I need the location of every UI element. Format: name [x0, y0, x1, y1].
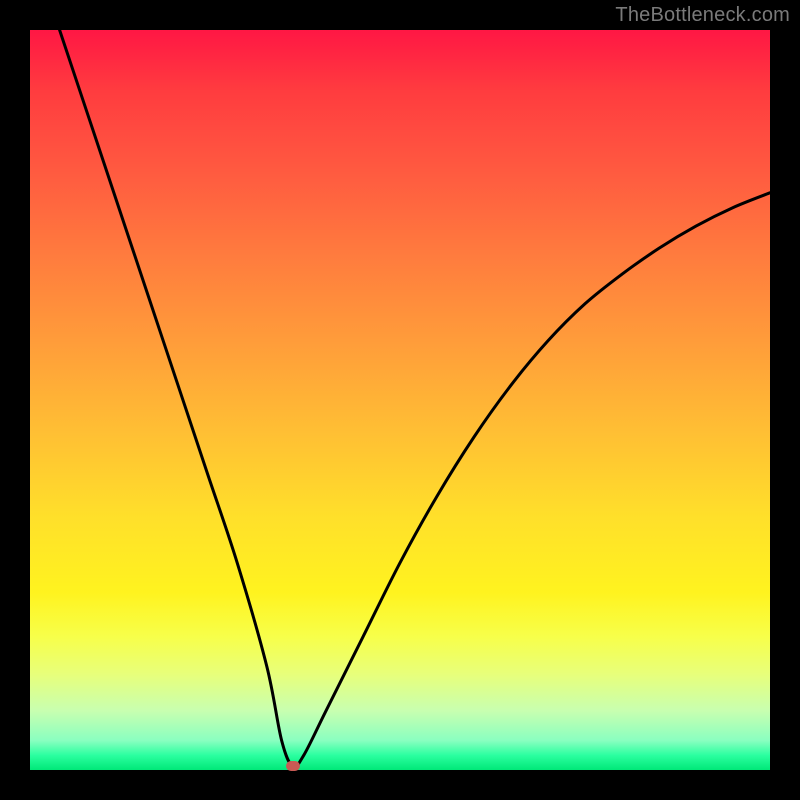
plot-area: [30, 30, 770, 770]
chart-stage: TheBottleneck.com: [0, 0, 800, 800]
curve-layer: [30, 30, 770, 770]
minimum-marker: [286, 761, 300, 771]
bottleneck-curve-path: [60, 30, 770, 767]
watermark-text: TheBottleneck.com: [615, 4, 790, 27]
